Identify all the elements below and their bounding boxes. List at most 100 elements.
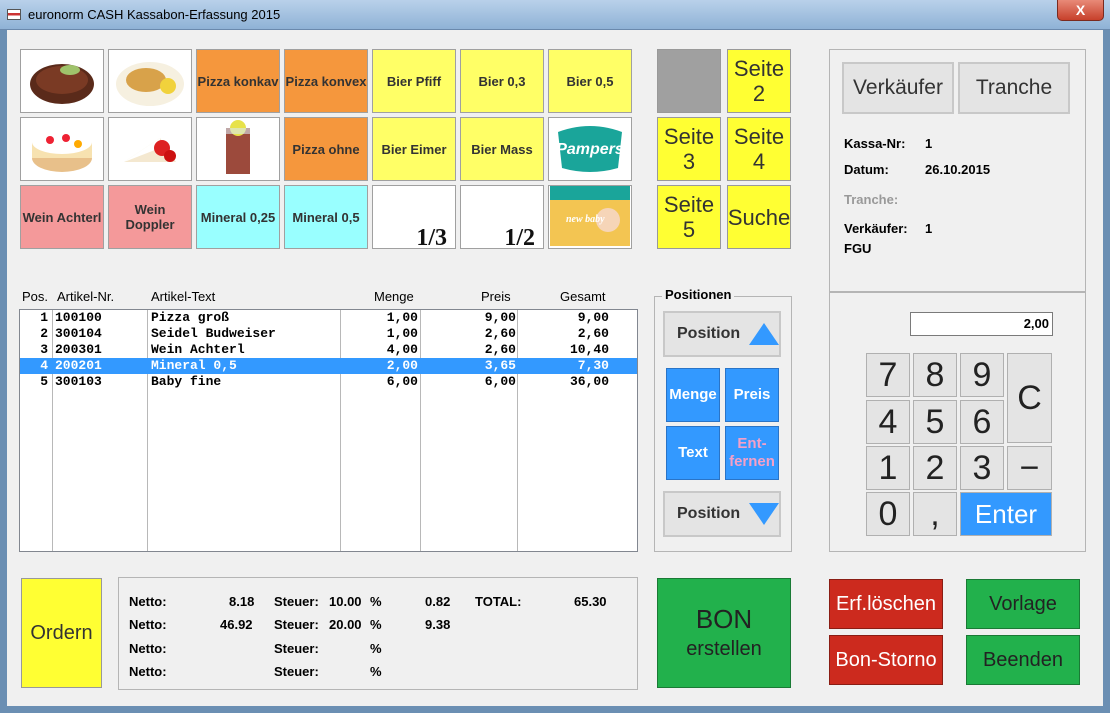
tile-label: Pizza ohne: [292, 141, 360, 157]
cell-text: Wein Achterl: [151, 342, 245, 357]
cell-text: Seidel Budweiser: [151, 326, 276, 341]
position-up-button[interactable]: Position: [663, 311, 781, 357]
cell-menge: 1,00: [386, 310, 418, 325]
product-tile[interactable]: Mineral 0,25: [196, 185, 280, 249]
product-tile[interactable]: 1/3: [372, 185, 456, 250]
product-tile[interactable]: [108, 117, 192, 181]
product-tile[interactable]: Bier Pfiff: [372, 49, 456, 113]
cell-gesamt: 2,60: [577, 326, 609, 341]
key-9[interactable]: 9: [960, 353, 1004, 397]
tile-label: Bier Pfiff: [386, 73, 442, 89]
preis-button[interactable]: Preis: [725, 368, 779, 422]
pampers-new-baby-photo-icon: new baby: [550, 185, 630, 249]
cell-gesamt: 9,00: [577, 310, 609, 325]
key-7[interactable]: 7: [866, 353, 910, 397]
product-tile[interactable]: [108, 49, 192, 113]
amount-display[interactable]: 2,00: [910, 312, 1053, 336]
cell-gesamt: 10,40: [569, 342, 609, 357]
table-row[interactable]: 5 300103 Baby fine 6,00 6,00 36,00: [20, 374, 637, 390]
position-down-button[interactable]: Position: [663, 491, 781, 537]
product-tile[interactable]: Wein Doppler: [108, 185, 192, 249]
enter-key[interactable]: Enter: [960, 492, 1052, 536]
bon-storno-button[interactable]: Bon-Storno: [829, 635, 943, 685]
erstellen-label: erstellen: [686, 638, 762, 660]
erf-loeschen-button[interactable]: Erf.löschen: [829, 579, 943, 629]
pct-3: %: [370, 641, 382, 656]
key-6[interactable]: 6: [960, 400, 1004, 444]
product-tile[interactable]: Bier 0,3: [460, 49, 544, 113]
cell-preis: 9,00: [484, 310, 516, 325]
product-tile[interactable]: [20, 117, 104, 181]
product-tile[interactable]: Bier 0,5: [548, 49, 632, 113]
text-button[interactable]: Text: [666, 426, 720, 480]
beenden-button[interactable]: Beenden: [966, 635, 1080, 685]
verkaeufer-value: 1: [925, 221, 933, 236]
datum-label: Datum:: [844, 162, 889, 177]
entfernen-button[interactable]: Ent- fernen: [725, 426, 779, 480]
title-bar: euronorm CASH Kassabon-Erfassung 2015 X: [0, 0, 1110, 30]
cell-artnr: 200201: [55, 358, 102, 373]
seite-2-button[interactable]: Seite 2: [727, 49, 791, 113]
col-text-header: Artikel-Text: [151, 289, 216, 304]
product-tile[interactable]: Pampers: [548, 117, 632, 181]
tile-label: Bier Eimer: [381, 141, 447, 157]
key-clear[interactable]: C: [1007, 353, 1052, 443]
product-tile[interactable]: Bier Mass: [460, 117, 544, 181]
pampers-logo-icon: Pampers: [550, 118, 630, 181]
table-row[interactable]: 1 100100 Pizza groß 1,00 9,00 9,00: [20, 310, 637, 326]
seite-3-button[interactable]: Seite 3: [657, 117, 721, 181]
close-button[interactable]: X: [1057, 0, 1104, 21]
key-4[interactable]: 4: [866, 400, 910, 444]
info-panel: Verkäufer Tranche Kassa-Nr: 1 Datum: 26.…: [829, 49, 1086, 292]
ordern-button[interactable]: Ordern: [21, 578, 102, 688]
totals-panel: Netto: 8.18 Steuer: 10.00 % 0.82 TOTAL: …: [118, 577, 638, 690]
key-2[interactable]: 2: [913, 446, 957, 490]
key-comma[interactable]: ,: [913, 492, 957, 536]
window-title: euronorm CASH Kassabon-Erfassung 2015: [28, 7, 281, 22]
seite-4-button[interactable]: Seite 4: [727, 117, 791, 181]
key-5[interactable]: 5: [913, 400, 957, 444]
suche-button[interactable]: Suche: [727, 185, 791, 249]
product-tile[interactable]: Pizza konkav: [196, 49, 280, 113]
menge-button[interactable]: Menge: [666, 368, 720, 422]
product-tile[interactable]: [20, 49, 104, 113]
vorlage-button[interactable]: Vorlage: [966, 579, 1080, 629]
key-3[interactable]: 3: [960, 446, 1004, 490]
product-tile[interactable]: Pizza ohne: [284, 117, 368, 181]
cell-pos: 1: [40, 310, 48, 325]
product-tile[interactable]: [196, 117, 280, 181]
verkaeufer-button[interactable]: Verkäufer: [842, 62, 954, 114]
tile-label: Pizza konvex: [285, 73, 367, 89]
tile-label: Mineral 0,5: [292, 209, 360, 225]
cell-artnr: 300104: [55, 326, 102, 341]
positions-table[interactable]: 1 100100 Pizza groß 1,00 9,00 9,00 2 300104 Seid…: [19, 309, 638, 552]
key-1[interactable]: 1: [866, 446, 910, 490]
steuer-rate-2: 20.00: [329, 617, 362, 632]
col-pos-header: Pos.: [22, 289, 49, 304]
svg-text:new baby: new baby: [566, 214, 605, 225]
col-preis-header: Preis: [481, 289, 511, 304]
table-row[interactable]: 4 200201 Mineral 0,5 2,00 3,65 7,30: [20, 358, 637, 374]
product-tile[interactable]: Wein Achterl: [20, 185, 104, 249]
tranche-label: Tranche:: [844, 192, 899, 207]
product-tile[interactable]: new baby: [548, 185, 632, 249]
product-tile[interactable]: 1/2: [460, 185, 544, 252]
fraction-label: 1/2: [504, 225, 535, 251]
bon-erstellen-button[interactable]: BON erstellen: [657, 578, 791, 688]
table-row[interactable]: 2 300104 Seidel Budweiser 1,00 2,60 2,60: [20, 326, 637, 342]
total-value: 65.30: [574, 594, 607, 609]
netto-label-2: Netto:: [129, 617, 167, 632]
col-menge-header: Menge: [374, 289, 414, 304]
key-0[interactable]: 0: [866, 492, 910, 536]
key-8[interactable]: 8: [913, 353, 957, 397]
tile-label: Bier 0,5: [566, 73, 614, 89]
table-row[interactable]: 3 200301 Wein Achterl 4,00 2,60 10,40: [20, 342, 637, 358]
product-tile[interactable]: Bier Eimer: [372, 117, 456, 181]
steak-photo-icon: [22, 50, 102, 113]
tranche-button[interactable]: Tranche: [958, 62, 1070, 114]
tile-label: Bier 0,3: [478, 73, 526, 89]
product-tile[interactable]: Pizza konvex: [284, 49, 368, 113]
product-tile[interactable]: Mineral 0,5: [284, 185, 368, 249]
seite-5-button[interactable]: Seite 5: [657, 185, 721, 249]
key-minus[interactable]: −: [1007, 446, 1052, 490]
